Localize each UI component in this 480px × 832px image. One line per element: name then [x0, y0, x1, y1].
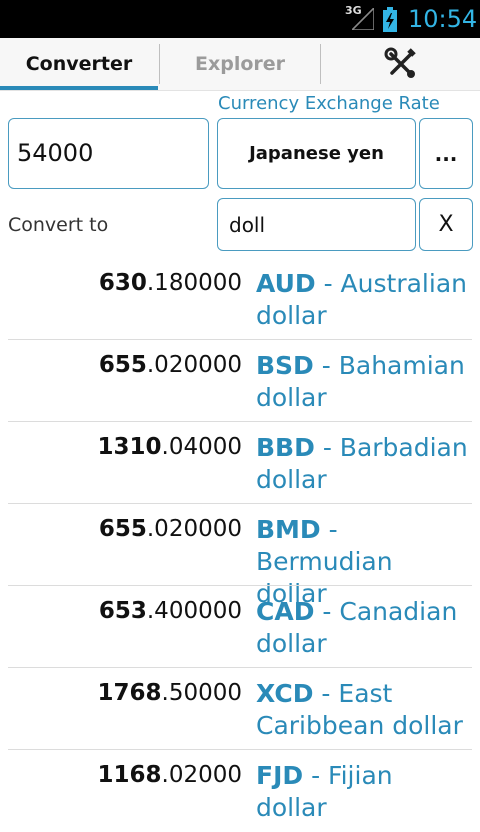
status-bar: 3G 10:54	[0, 0, 480, 38]
list-item[interactable]: 655.020000 BMD - Bermudian dollar	[0, 504, 480, 608]
tab-divider	[320, 44, 321, 84]
tab-explorer-label: Explorer	[194, 53, 286, 75]
from-currency-button[interactable]: Japanese yen	[217, 118, 416, 189]
converted-amount: 630.180000	[98, 270, 242, 296]
amount-input[interactable]: 54000	[8, 118, 209, 189]
currency-name: XCD - East Caribbean dollar	[256, 679, 463, 740]
currency-filter-input[interactable]: doll	[217, 198, 416, 251]
list-item[interactable]: 630.180000 AUD - Australian dollar	[0, 258, 480, 340]
signal-icon	[352, 8, 374, 30]
list-item[interactable]: 1310.04000 BBD - Barbadian dollar	[0, 422, 480, 504]
converted-amount: 1768.50000	[97, 680, 243, 706]
wrench-screwdriver-icon	[384, 47, 416, 78]
currency-name: FJD - Fijian dollar	[256, 761, 393, 822]
currency-name: AUD - Australian dollar	[256, 269, 467, 330]
convert-to-label: Convert to	[8, 214, 109, 236]
more-button-label: ...	[434, 141, 458, 166]
currency-name: CAD - Canadian dollar	[256, 597, 458, 658]
tab-bar: Converter Explorer	[0, 38, 480, 91]
list-item[interactable]: 1768.50000 XCD - East Caribbean dollar	[0, 668, 480, 750]
clear-filter-button[interactable]: X	[419, 198, 473, 251]
from-currency-label: Japanese yen	[249, 143, 384, 164]
more-button[interactable]: ...	[419, 118, 473, 189]
tab-converter[interactable]: Converter	[0, 38, 158, 90]
list-item[interactable]: 655.020000 BSD - Bahamian dollar	[0, 340, 480, 422]
converted-amount: 1168.02000	[97, 762, 243, 788]
converted-amount: 1310.04000	[97, 434, 243, 460]
converted-amount: 655.020000	[98, 352, 242, 378]
tab-explorer[interactable]: Explorer	[160, 38, 320, 90]
list-item[interactable]: 653.400000 CAD - Canadian dollar	[0, 586, 480, 668]
clear-filter-label: X	[438, 212, 454, 237]
currency-exchange-rate-link[interactable]: Currency Exchange Rate	[218, 93, 440, 114]
list-item[interactable]: 1168.02000 FJD - Fijian dollar	[0, 750, 480, 832]
battery-charging-icon	[383, 7, 397, 32]
converted-amount: 653.400000	[98, 598, 242, 624]
results-list: 630.180000 AUD - Australian dollar 655.0…	[0, 258, 480, 832]
clock: 10:54	[408, 5, 478, 33]
converted-amount: 655.020000	[98, 516, 242, 542]
currency-name: BBD - Barbadian dollar	[256, 433, 468, 494]
currency-name: BSD - Bahamian dollar	[256, 351, 465, 412]
tab-selected-indicator	[0, 86, 158, 90]
tab-converter-label: Converter	[25, 53, 133, 75]
tab-tools[interactable]	[322, 38, 480, 90]
